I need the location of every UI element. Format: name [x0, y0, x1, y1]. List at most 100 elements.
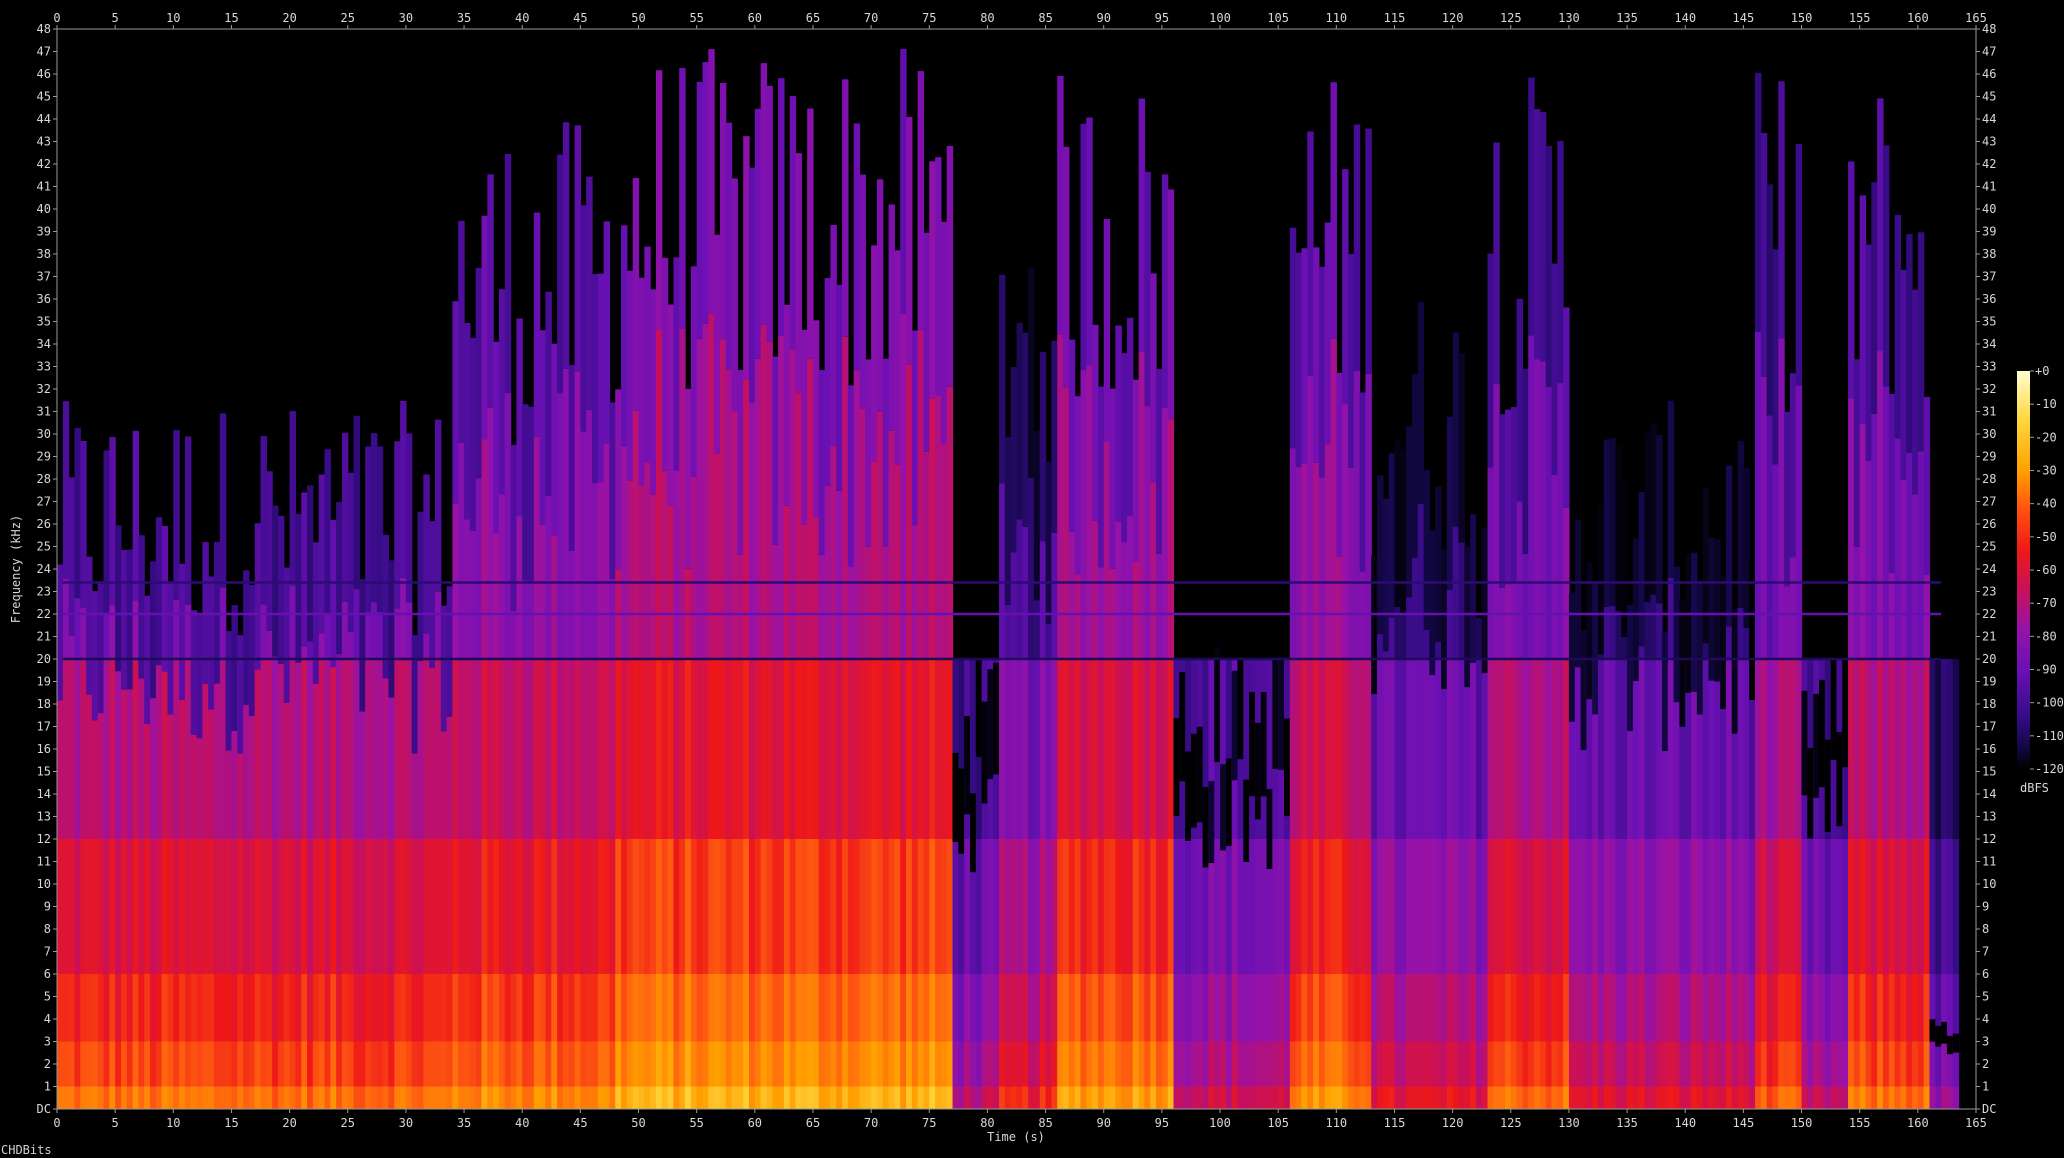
spectrogram-cell: [493, 341, 500, 534]
spectrogram-cell: [1778, 1041, 1785, 1087]
spectrogram-cell: [1237, 839, 1244, 974]
spectrogram-column: [783, 304, 791, 1109]
spectrogram-cell: [1894, 438, 1902, 659]
spectrogram-cell: [859, 1041, 866, 1087]
spectrogram-cell: [155, 974, 163, 1042]
spectrogram-cell: [1871, 1041, 1878, 1087]
spectrogram-cell: [1818, 1086, 1826, 1109]
spectrogram-cell: [539, 524, 547, 659]
spectrogram-cell: [1621, 974, 1628, 1042]
spectrogram-cell: [772, 544, 779, 659]
spectrogram-cell: [958, 974, 965, 1042]
spectrogram-cell: [946, 659, 954, 839]
spectrogram-cell: [1231, 670, 1239, 781]
y-axis-left-ticks: DC12345678910111213141516171819202122232…: [37, 22, 57, 1116]
spectrogram-column: [1778, 81, 1785, 1109]
spectrogram-cell: [1220, 764, 1227, 851]
spectrogram-cell: [208, 839, 215, 974]
spectrogram-cell: [1545, 386, 1553, 659]
spectrogram-cell: [679, 1086, 686, 1109]
spectrogram-cell: [219, 1086, 227, 1109]
spectrogram-column: [1214, 646, 1221, 1109]
spectrogram-cell: [1377, 974, 1384, 1042]
spectrogram-cell: [929, 974, 936, 1042]
y-tick-label: 3: [44, 1035, 51, 1049]
spectrogram-cell: [900, 839, 907, 974]
y-tick-label: 24: [1982, 562, 1996, 576]
spectrogram-cell: [1121, 839, 1128, 974]
spectrogram-cell: [475, 1086, 483, 1109]
spectrogram-column: [341, 432, 349, 1109]
spectrogram-cell: [1068, 339, 1076, 532]
spectrogram-cell: [1470, 839, 1477, 974]
spectrogram-cell: [981, 839, 989, 974]
spectrogram-column: [1231, 659, 1239, 1109]
spectrogram-cell: [1853, 1041, 1861, 1087]
spectrogram-column: [1621, 479, 1628, 1109]
y-tick-label: 8: [44, 922, 51, 936]
spectrogram-cell: [533, 1086, 541, 1109]
spectrogram-cell: [1871, 413, 1878, 659]
spectrogram-cell: [336, 1041, 343, 1087]
spectrogram-cell: [702, 839, 709, 974]
spectrogram-cell: [807, 839, 814, 974]
spectrogram-cell: [1464, 1086, 1471, 1109]
spectrogram-cell: [237, 839, 244, 974]
spectrogram-cell: [1452, 1086, 1460, 1109]
spectrogram-column: [1103, 219, 1111, 1109]
spectrogram-column: [778, 78, 785, 1109]
spectrogram-cell: [626, 1086, 634, 1109]
spectrogram-cell: [1539, 1041, 1547, 1087]
spectrogram-cell: [1167, 974, 1175, 1042]
spectrogram-cell: [1330, 974, 1337, 1042]
spectrogram-column: [382, 534, 390, 1109]
spectrogram-cell: [1132, 562, 1140, 659]
spectrogram-cell: [1830, 1086, 1838, 1109]
spectrogram-cell: [917, 1041, 925, 1087]
spectrogram-cell: [336, 502, 343, 654]
spectrogram-cell: [394, 659, 401, 839]
y-tick-label: 5: [1982, 990, 1989, 1004]
spectrogram-cell: [376, 612, 384, 659]
spectrogram-cell: [481, 839, 488, 974]
spectrogram-cell: [725, 122, 733, 370]
spectrogram-column: [330, 520, 337, 1109]
spectrogram-cell: [237, 1086, 244, 1109]
spectrogram-cell: [312, 974, 320, 1042]
spectrogram-cell: [1342, 659, 1349, 839]
spectrogram-column: [638, 277, 645, 1109]
spectrogram-cell: [1725, 1086, 1733, 1109]
spectrogram-cell: [1807, 1086, 1814, 1109]
spectrogram-cell: [644, 1086, 651, 1109]
spectrogram-cell: [1656, 1086, 1663, 1109]
spectrogram-cell: [487, 1041, 494, 1087]
spectrogram-column: [1737, 440, 1744, 1109]
spectrogram-cell: [609, 659, 616, 839]
spectrogram-cell: [568, 659, 576, 839]
spectrogram-column: [1126, 317, 1134, 1109]
spectrogram-cell: [190, 1086, 198, 1109]
spectrogram-cell: [277, 659, 285, 839]
spectrogram-cell: [603, 221, 611, 444]
spectrogram-cell: [307, 1086, 314, 1109]
spectrogram-cell: [824, 974, 832, 1042]
spectrogram-cell: [981, 974, 989, 1042]
spectrogram-cell: [999, 839, 1006, 974]
spectrogram-cell: [1068, 1086, 1076, 1109]
spectrogram-cell: [289, 411, 297, 586]
spectrogram-cell: [307, 641, 314, 659]
spectrogram-cell: [155, 517, 163, 666]
spectrogram-cell: [1592, 974, 1599, 1042]
spectrogram-cell: [1452, 839, 1460, 974]
spectrogram-column: [324, 449, 331, 1109]
spectrogram-column: [1696, 583, 1704, 1109]
spectrogram-column: [80, 440, 87, 1109]
spectrogram-column: [1074, 396, 1082, 1109]
spectrogram-cell: [1481, 1086, 1489, 1109]
spectrogram-cell: [690, 1041, 698, 1087]
spectrogram-cell: [1441, 839, 1448, 974]
spectrogram-cell: [1853, 359, 1861, 547]
spectrogram-cell: [138, 839, 145, 974]
spectrogram-cell: [464, 1086, 471, 1109]
spectrogram-cell: [661, 470, 669, 659]
